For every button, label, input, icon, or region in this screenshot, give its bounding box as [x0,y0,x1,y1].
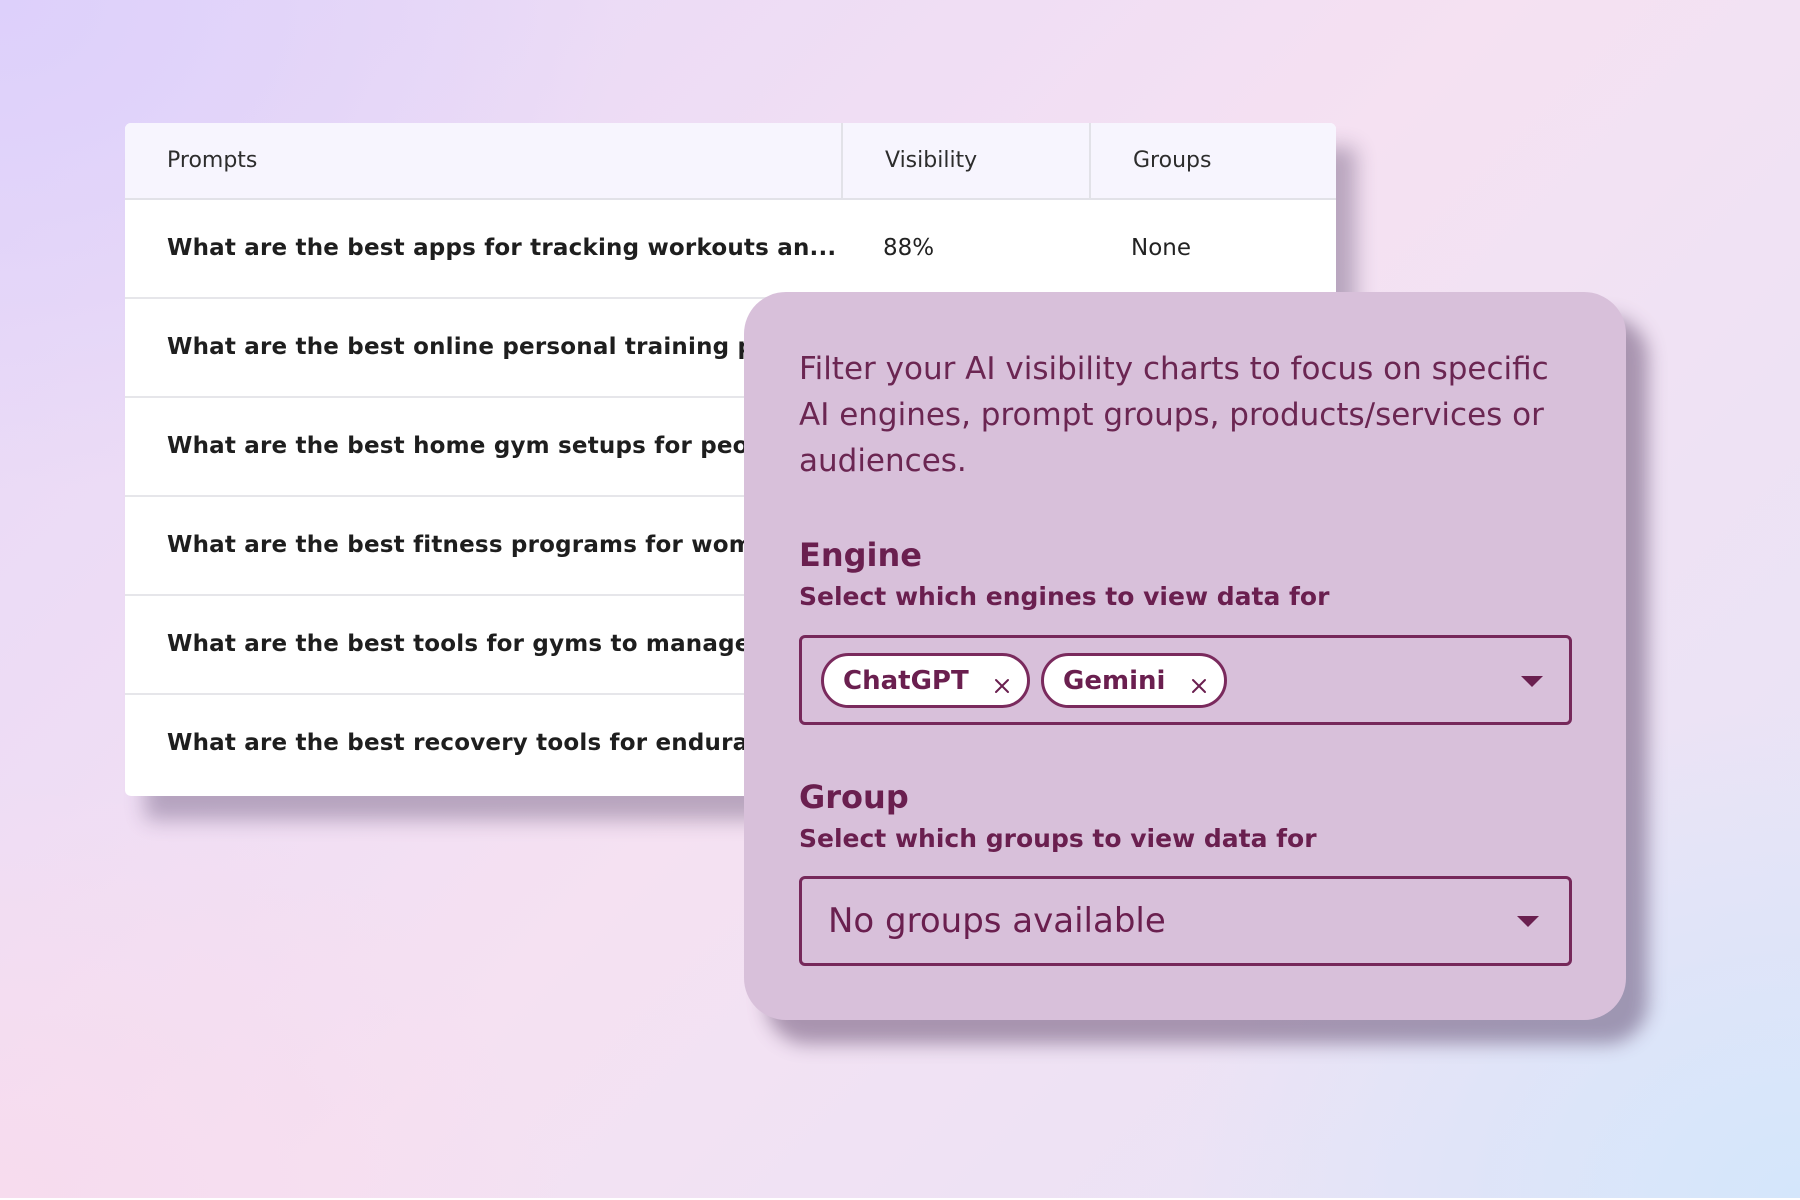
prompt-cell: What are the best fitness programs for w… [167,532,786,558]
group-select-placeholder: No groups available [828,901,1166,941]
table-row[interactable]: What are the best apps for tracking work… [125,200,1336,299]
close-icon[interactable] [993,672,1011,693]
close-icon[interactable] [1190,672,1208,693]
prompt-cell: What are the best tools for gyms to mana… [167,631,841,657]
filter-panel: Filter your AI visibility charts to focu… [744,292,1626,1020]
engine-chip-gemini: Gemini [1041,653,1227,708]
prompt-cell: What are the best home gym setups for pe… [167,433,790,459]
column-header-visibility[interactable]: Visibility [841,123,1089,198]
group-select[interactable]: No groups available [799,876,1572,966]
engine-subtitle: Select which engines to view data for [799,582,1330,611]
caret-down-icon[interactable] [1517,916,1539,927]
engine-chip-chatgpt: ChatGPT [821,653,1030,708]
prompt-cell: What are the best apps for tracking work… [167,235,837,261]
group-title: Group [799,778,909,816]
prompt-cell: What are the best online personal traini… [167,334,841,360]
caret-down-icon[interactable] [1521,676,1543,687]
column-header-prompts[interactable]: Prompts [125,123,841,198]
group-subtitle: Select which groups to view data for [799,824,1317,853]
prompt-cell: What are the best recovery tools for end… [167,730,795,756]
column-header-groups[interactable]: Groups [1089,123,1336,198]
chip-label: Gemini [1063,665,1166,696]
filter-description: Filter your AI visibility charts to focu… [799,351,1549,479]
table-header: Prompts Visibility Groups [125,123,1336,200]
groups-cell: None [1131,235,1192,261]
chip-label: ChatGPT [843,665,969,696]
visibility-cell: 88% [883,235,935,261]
engine-multiselect[interactable]: ChatGPT Gemini [799,635,1572,725]
engine-title: Engine [799,536,922,574]
